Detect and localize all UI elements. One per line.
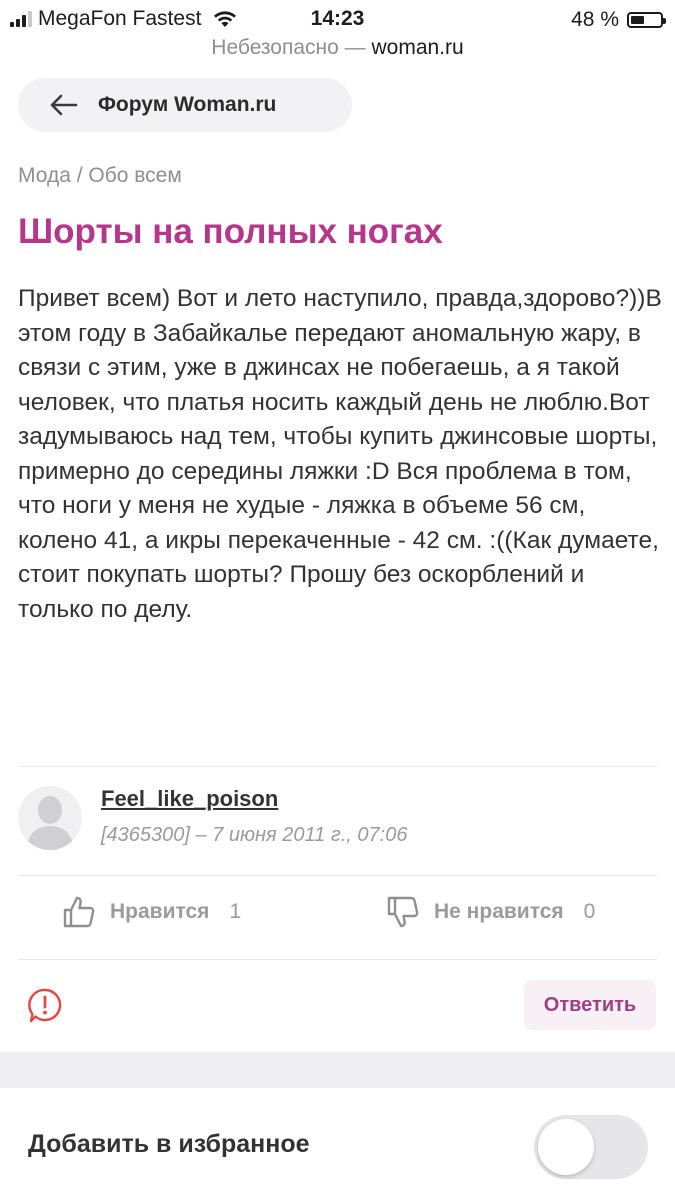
divider <box>18 875 657 876</box>
dislike-button[interactable]: Не нравится 0 <box>386 895 595 929</box>
section-separator <box>0 1052 675 1088</box>
divider <box>18 766 657 767</box>
thumbs-up-icon <box>63 896 95 928</box>
battery-icon <box>627 12 666 28</box>
dislike-count: 0 <box>583 900 596 923</box>
post-title: Шорты на полных ногах <box>18 212 443 251</box>
battery-status: 48 % <box>571 8 666 32</box>
avatar[interactable] <box>18 786 82 850</box>
security-label: Небезопасно — <box>211 36 372 59</box>
like-label: Нравится <box>110 900 210 923</box>
favorites-label: Добавить в избранное <box>28 1130 310 1158</box>
battery-percent: 48 % <box>571 8 619 31</box>
back-to-forum-button[interactable]: Форум Woman.ru <box>18 78 352 132</box>
toggle-knob <box>538 1119 594 1175</box>
report-icon[interactable] <box>28 988 62 1024</box>
like-count: 1 <box>229 900 242 923</box>
thumbs-down-icon <box>387 896 419 928</box>
favorites-toggle[interactable] <box>534 1115 648 1179</box>
status-bar: MegaFon Fastest 14:23 48 % <box>0 0 675 38</box>
post-body: Привет всем) Вот и лето наступило, правд… <box>18 285 662 623</box>
arrow-left-icon <box>50 94 78 116</box>
breadcrumb[interactable]: Мода / Обо всем <box>18 164 182 188</box>
user-silhouette-icon <box>26 796 74 850</box>
battery-fill <box>631 16 644 24</box>
reply-button[interactable]: Ответить <box>524 980 656 1030</box>
back-label: Форум Woman.ru <box>98 93 277 116</box>
post-meta: [4365300] – 7 июня 2011 г., 07:06 <box>101 824 408 846</box>
url-domain: woman.ru <box>371 36 464 59</box>
url-bar[interactable]: Небезопасно — woman.ru <box>0 36 675 60</box>
like-button[interactable]: Нравится 1 <box>62 895 241 929</box>
dislike-label: Не нравится <box>434 900 564 923</box>
divider <box>18 959 657 960</box>
author-name[interactable]: Feel_like_poison <box>101 786 278 812</box>
